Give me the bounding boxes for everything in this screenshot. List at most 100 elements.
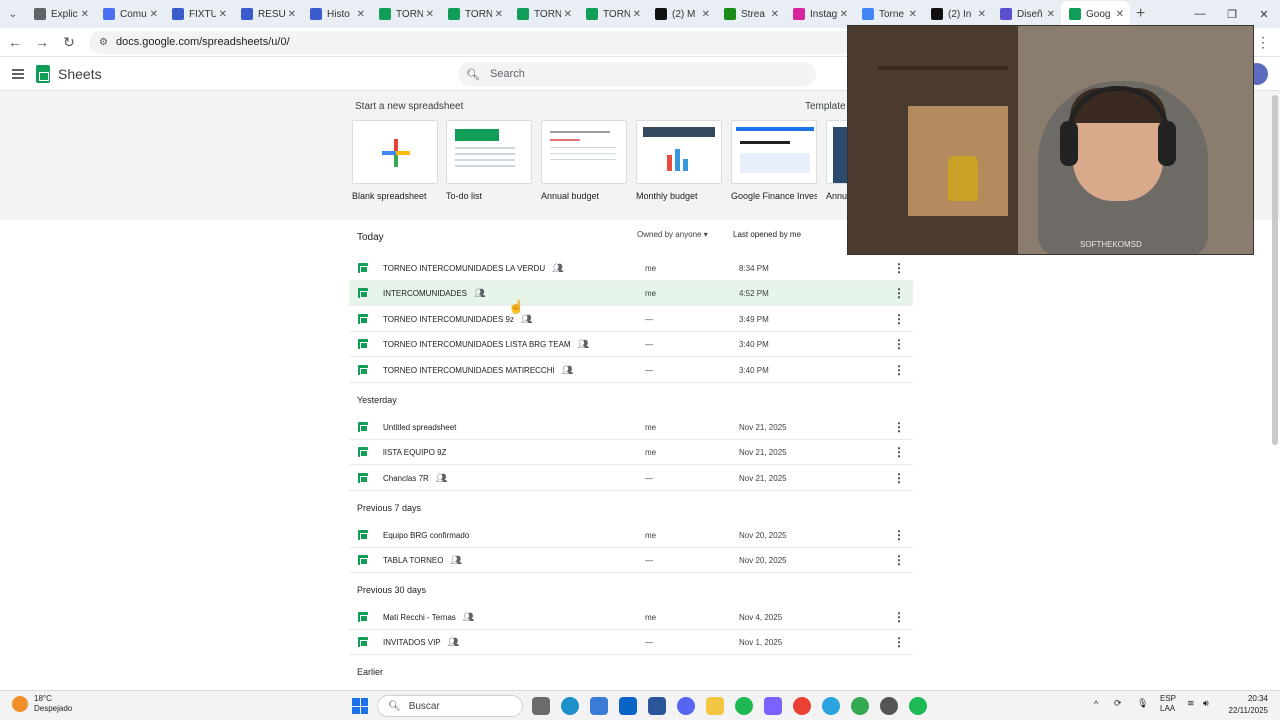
browser-tab[interactable]: RESUL✕ (233, 1, 302, 27)
close-tab-icon[interactable]: ✕ (219, 9, 227, 20)
close-tab-icon[interactable]: ✕ (978, 9, 986, 20)
template-blank[interactable]: Blank spreadsheet (352, 120, 438, 201)
template-annual-budget[interactable]: Annual budget (541, 120, 627, 201)
template-finance-investment[interactable]: Google Finance Invest... (731, 120, 817, 201)
restore-button[interactable]: ❐ (1216, 0, 1248, 28)
more-options-icon[interactable]: ⋮ (893, 261, 905, 275)
browser-tab[interactable]: Comu ✕ (95, 1, 164, 27)
sync-icon[interactable]: ⟳ (1114, 698, 1122, 709)
browser-tab[interactable]: Explic ✕ (26, 1, 95, 27)
close-tab-icon[interactable]: ✕ (426, 9, 434, 20)
file-row[interactable]: INVITADOS VIP 👥︎ — Nov 1, 2025 ⋮ (349, 630, 913, 655)
word-icon[interactable] (648, 697, 666, 715)
store-icon[interactable] (590, 697, 608, 715)
close-tab-icon[interactable]: ✕ (702, 9, 710, 20)
taskbar-search-input[interactable]: 🔍︎ Buscar (377, 695, 523, 717)
template-thumbnail[interactable] (352, 120, 438, 184)
language-indicator[interactable]: ESP LAA (1160, 694, 1176, 714)
file-row[interactable]: Equipo BRG confirmado me Nov 20, 2025 ⋮ (349, 523, 913, 548)
page-scrollbar[interactable] (1272, 95, 1278, 445)
more-options-icon[interactable]: ⋮ (893, 363, 905, 377)
more-options-icon[interactable]: ⋮ (893, 337, 905, 351)
microphone-icon[interactable]: 🎙︎ (1137, 698, 1148, 709)
sort-by-dropdown[interactable]: Last opened by me (733, 230, 801, 239)
close-tab-icon[interactable]: ✕ (909, 9, 917, 20)
browser-tab[interactable]: Goog ✕ (1061, 1, 1130, 27)
more-options-icon[interactable]: ⋮ (893, 610, 905, 624)
search-input[interactable]: 🔍︎ Search (458, 62, 816, 86)
outlook-icon[interactable] (619, 697, 637, 715)
close-tab-icon[interactable]: ✕ (357, 9, 365, 20)
show-hidden-icons-button[interactable]: ^ (1094, 699, 1098, 709)
more-options-icon[interactable]: ⋮ (893, 420, 905, 434)
close-tab-icon[interactable]: ✕ (633, 9, 641, 20)
more-options-icon[interactable]: ⋮ (893, 312, 905, 326)
close-tab-icon[interactable]: ✕ (81, 9, 89, 20)
main-menu-icon[interactable] (12, 68, 24, 79)
browser-tab[interactable]: TORN ✕ (440, 1, 509, 27)
telegram-icon[interactable] (822, 697, 840, 715)
close-window-button[interactable]: ✕ (1248, 0, 1280, 28)
browser-tab[interactable]: (2) M ✕ (647, 1, 716, 27)
browser-tab[interactable]: (2) In ✕ (923, 1, 992, 27)
reload-button[interactable]: ↻ (57, 34, 81, 51)
template-todo[interactable]: To-do list (446, 120, 532, 201)
wifi-icon[interactable]: ≋ (1187, 698, 1195, 709)
file-row[interactable]: TORNEO INTERCOMUNIDADES LA VERDU 👥︎ me 8:34… (349, 256, 913, 281)
chrome-icon[interactable] (793, 697, 811, 715)
file-row[interactable]: Mati Recchi - Ternas 👥︎ me Nov 4, 2025 ⋮ (349, 605, 913, 630)
close-tab-icon[interactable]: ✕ (840, 9, 848, 20)
windows-start-icon[interactable] (352, 698, 368, 714)
template-annual-partial[interactable]: Annu (826, 120, 848, 201)
more-options-icon[interactable]: ⋮ (893, 471, 905, 485)
app-name[interactable]: Sheets (58, 66, 102, 82)
more-options-icon[interactable]: ⋮ (893, 445, 905, 459)
template-monthly-budget[interactable]: Monthly budget (636, 120, 722, 201)
browser-tab[interactable]: Diseñ ✕ (992, 1, 1061, 27)
template-thumbnail[interactable] (636, 120, 722, 184)
task-view-icon[interactable] (532, 697, 550, 715)
back-button[interactable]: ← (3, 34, 27, 50)
owner-filter-dropdown[interactable]: Owned by anyone ▾ (637, 230, 708, 239)
browser-tab[interactable]: TORN ✕ (578, 1, 647, 27)
browser-tab[interactable]: Instag ✕ (785, 1, 854, 27)
browser-menu-button[interactable]: ⋮ (1256, 34, 1270, 51)
more-options-icon[interactable]: ⋮ (893, 528, 905, 542)
file-row[interactable]: Untitled spreadsheet me Nov 21, 2025 ⋮ (349, 415, 913, 440)
template-thumbnail[interactable] (826, 120, 848, 184)
minimize-button[interactable]: — (1184, 0, 1216, 28)
teams-icon[interactable] (764, 697, 782, 715)
spotify-alt-icon[interactable] (909, 697, 927, 715)
browser-tab[interactable]: FIXTU ✕ (164, 1, 233, 27)
browser-tab[interactable]: Torne ✕ (854, 1, 923, 27)
discord-icon[interactable] (677, 697, 695, 715)
file-row[interactable]: lISTA EQUIPO 9Z me Nov 21, 2025 ⋮ (349, 440, 913, 465)
close-tab-icon[interactable]: ✕ (1116, 9, 1124, 20)
file-row[interactable]: TORNEO INTERCOMUNIDADES MATIRECCHI 👥︎ — 3:4… (349, 358, 913, 383)
spotify-icon[interactable] (735, 697, 753, 715)
obs-icon[interactable] (880, 697, 898, 715)
chrome-profile-icon[interactable] (851, 697, 869, 715)
more-options-icon[interactable]: ⋮ (893, 635, 905, 649)
tab-search-menu-button[interactable]: ⌄ (0, 0, 26, 28)
site-info-icon[interactable]: ⚙ (99, 37, 108, 48)
more-options-icon[interactable]: ⋮ (893, 553, 905, 567)
close-tab-icon[interactable]: ✕ (495, 9, 503, 20)
browser-tab[interactable]: Strea ✕ (716, 1, 785, 27)
file-row[interactable]: TORNEO INTERCOMUNIDADES 9z 👥︎ — 3:49 PM ⋮ (349, 307, 913, 332)
file-row[interactable]: TABLA TORNEO 👥︎ — Nov 20, 2025 ⋮ (349, 548, 913, 573)
template-thumbnail[interactable] (446, 120, 532, 184)
close-tab-icon[interactable]: ✕ (771, 9, 779, 20)
file-row[interactable]: INTERCOMUNIDADES 👥︎ me 4:52 PM ⋮ (349, 281, 913, 306)
close-tab-icon[interactable]: ✕ (150, 9, 158, 20)
template-thumbnail[interactable] (541, 120, 627, 184)
file-row[interactable]: Chanclas 7R 👥︎ — Nov 21, 2025 ⋮ (349, 466, 913, 491)
file-row[interactable]: TORNEO INTERCOMUNIDADES LISTA BRG TEAM 👥︎… (349, 332, 913, 357)
close-tab-icon[interactable]: ✕ (564, 9, 572, 20)
file-explorer-icon[interactable] (706, 697, 724, 715)
sheets-logo-icon[interactable] (36, 64, 50, 83)
system-clock[interactable]: 20:34 22/11/2025 (1229, 693, 1268, 717)
browser-tab[interactable]: TORN ✕ (371, 1, 440, 27)
browser-tab[interactable]: TORN ✕ (509, 1, 578, 27)
edge-icon[interactable] (561, 697, 579, 715)
